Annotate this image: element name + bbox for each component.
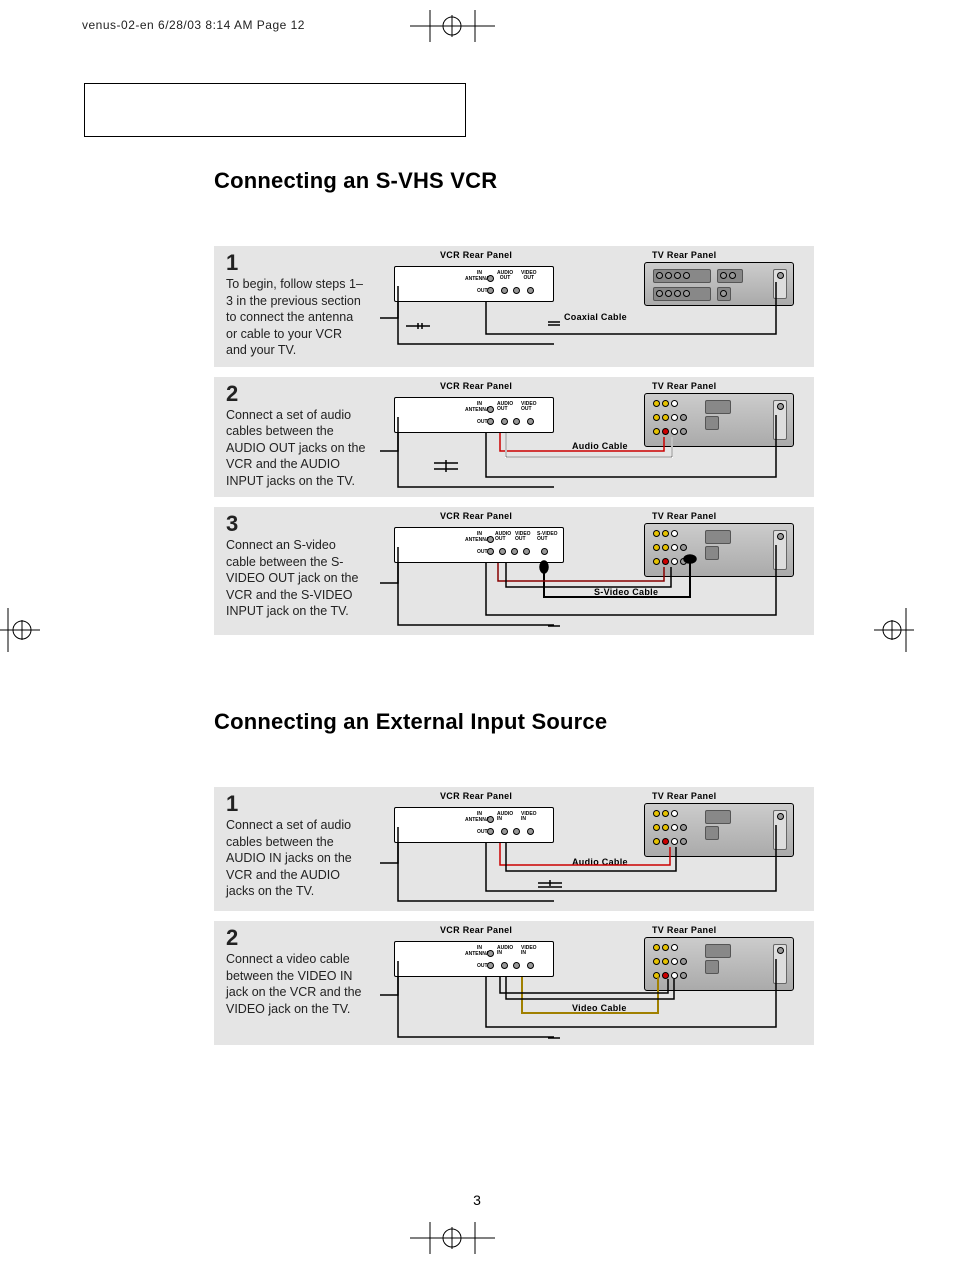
wires <box>374 246 814 356</box>
diagram-s1-2: VCR Rear Panel TV Rear Panel IN ANTENNA … <box>374 377 814 497</box>
s2-step-1: 1 Connect a set of audio cables between … <box>214 787 814 911</box>
s1-step-3: 3 Connect an S-video cable between the S… <box>214 507 814 635</box>
blank-heading-box <box>84 83 466 137</box>
s1-step-2: 2 Connect a set of audio cables between … <box>214 377 814 498</box>
section-title-1: Connecting an S-VHS VCR <box>214 168 814 194</box>
step-body: Connect a video cable between the VIDEO … <box>226 952 362 1016</box>
step-text: 2 Connect a set of audio cables between … <box>214 377 374 498</box>
section-title-2: Connecting an External Input Source <box>214 709 814 735</box>
step-body: To begin, follow steps 1–3 in the previo… <box>226 277 363 357</box>
step-body: Connect an S-video cable between the S-V… <box>226 538 358 618</box>
crop-marks-top <box>0 0 954 50</box>
diagram-s2-1: VCR Rear Panel TV Rear Panel IN ANTENNA … <box>374 787 814 911</box>
crop-marks-right <box>864 600 914 660</box>
s1-step-1: 1 To begin, follow steps 1–3 in the prev… <box>214 246 814 367</box>
wires <box>374 921 814 1045</box>
diagram-s1-3: VCR Rear Panel TV Rear Panel IN ANTENNA … <box>374 507 814 635</box>
step-number: 2 <box>226 927 366 949</box>
step-text: 1 To begin, follow steps 1–3 in the prev… <box>214 246 374 367</box>
step-number: 2 <box>226 383 366 405</box>
step-number: 1 <box>226 252 366 274</box>
page-number: 3 <box>0 1192 954 1208</box>
wires <box>374 507 814 635</box>
step-number: 3 <box>226 513 366 535</box>
step-body: Connect a set of audio cables between th… <box>226 408 365 488</box>
crop-marks-left <box>0 600 50 660</box>
step-text: 3 Connect an S-video cable between the S… <box>214 507 374 635</box>
s2-step-2: 2 Connect a video cable between the VIDE… <box>214 921 814 1045</box>
step-text: 1 Connect a set of audio cables between … <box>214 787 374 911</box>
wires <box>374 377 814 497</box>
diagram-s2-2: VCR Rear Panel TV Rear Panel IN ANTENNA … <box>374 921 814 1045</box>
diagram-s1-1: VCR Rear Panel TV Rear Panel IN ANTENNA … <box>374 246 814 356</box>
step-body: Connect a set of audio cables between th… <box>226 818 352 898</box>
crop-marks-bottom <box>0 1214 954 1264</box>
step-text: 2 Connect a video cable between the VIDE… <box>214 921 374 1045</box>
step-number: 1 <box>226 793 366 815</box>
page-content: Connecting an S-VHS VCR 1 To begin, foll… <box>214 168 814 1055</box>
wires <box>374 787 814 911</box>
